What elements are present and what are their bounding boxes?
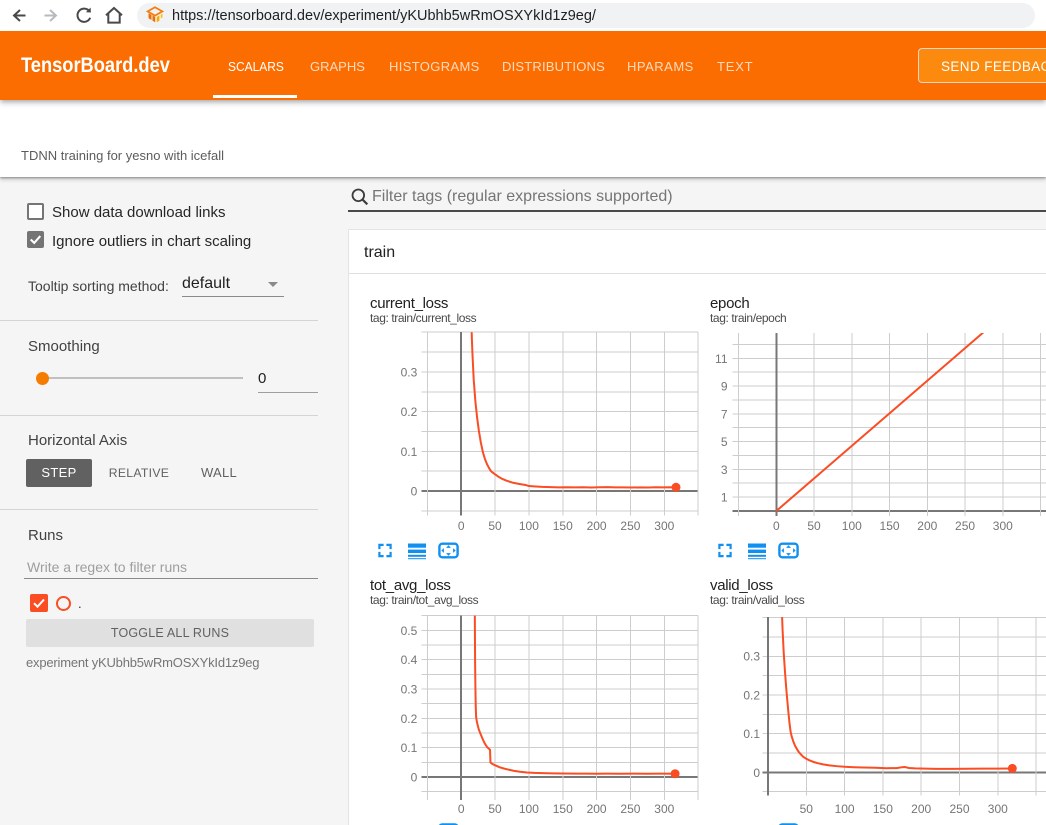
svg-text:0: 0 bbox=[411, 771, 418, 785]
svg-text:100: 100 bbox=[519, 802, 539, 816]
svg-text:50: 50 bbox=[807, 519, 821, 533]
svg-text:50: 50 bbox=[800, 802, 814, 816]
svg-text:0.3: 0.3 bbox=[401, 683, 418, 697]
svg-text:0.1: 0.1 bbox=[743, 727, 760, 741]
svg-text:0: 0 bbox=[773, 519, 780, 533]
svg-text:0.1: 0.1 bbox=[401, 741, 418, 755]
svg-text:150: 150 bbox=[553, 802, 573, 816]
svg-text:150: 150 bbox=[873, 802, 893, 816]
svg-text:200: 200 bbox=[917, 519, 937, 533]
svg-text:250: 250 bbox=[949, 802, 969, 816]
svg-text:11: 11 bbox=[715, 352, 728, 366]
svg-text:150: 150 bbox=[553, 519, 573, 533]
svg-text:300: 300 bbox=[654, 519, 674, 533]
svg-text:0.3: 0.3 bbox=[401, 365, 418, 379]
svg-text:0: 0 bbox=[411, 485, 418, 499]
svg-text:300: 300 bbox=[654, 802, 674, 816]
svg-text:0.4: 0.4 bbox=[401, 653, 418, 667]
svg-text:150: 150 bbox=[880, 519, 900, 533]
svg-text:3: 3 bbox=[721, 463, 728, 477]
svg-text:7: 7 bbox=[721, 407, 728, 421]
svg-text:250: 250 bbox=[620, 519, 640, 533]
svg-text:0.1: 0.1 bbox=[401, 445, 418, 459]
svg-text:0.5: 0.5 bbox=[401, 624, 418, 638]
svg-text:200: 200 bbox=[587, 519, 607, 533]
svg-text:9: 9 bbox=[721, 380, 728, 394]
svg-text:200: 200 bbox=[587, 802, 607, 816]
svg-text:1: 1 bbox=[721, 491, 728, 505]
svg-text:100: 100 bbox=[835, 802, 855, 816]
svg-text:0.2: 0.2 bbox=[401, 405, 418, 419]
svg-text:0: 0 bbox=[458, 519, 465, 533]
svg-text:50: 50 bbox=[488, 802, 502, 816]
svg-text:0.2: 0.2 bbox=[401, 712, 418, 726]
svg-text:0: 0 bbox=[458, 802, 465, 816]
svg-text:0.2: 0.2 bbox=[743, 688, 760, 702]
svg-text:0.3: 0.3 bbox=[743, 650, 760, 664]
svg-text:5: 5 bbox=[721, 435, 728, 449]
svg-text:0: 0 bbox=[753, 766, 760, 780]
svg-text:200: 200 bbox=[911, 802, 931, 816]
svg-text:300: 300 bbox=[993, 519, 1013, 533]
svg-text:250: 250 bbox=[620, 802, 640, 816]
svg-text:100: 100 bbox=[519, 519, 539, 533]
svg-text:50: 50 bbox=[488, 519, 502, 533]
svg-text:100: 100 bbox=[842, 519, 862, 533]
svg-text:300: 300 bbox=[988, 802, 1008, 816]
svg-text:250: 250 bbox=[955, 519, 975, 533]
